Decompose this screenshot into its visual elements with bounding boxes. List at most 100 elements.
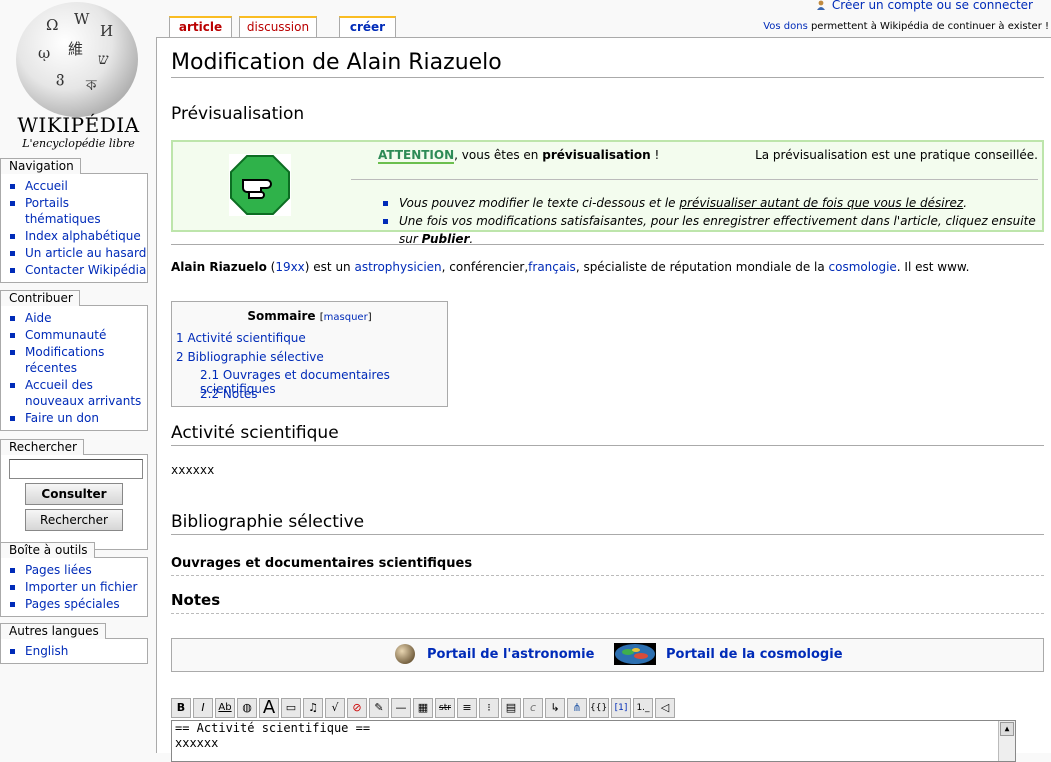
tab-creer[interactable]: créer: [339, 16, 396, 38]
portal-astronomie-link[interactable]: Portail de l'astronomie: [427, 647, 594, 662]
portlet-navigation: Navigation Accueil Portails thématiques …: [0, 158, 148, 283]
bold-button[interactable]: B: [171, 698, 191, 718]
attention-link[interactable]: ATTENTION: [378, 148, 455, 164]
sidebar-item-contact[interactable]: Contacter Wikipédia: [10, 262, 147, 278]
preview-instructions: Vous pouvez modifier le texte ci-dessous…: [383, 194, 1042, 248]
ellipsis-button[interactable]: ◁: [655, 698, 675, 718]
divider: [351, 179, 1038, 180]
link-cosmologie[interactable]: cosmologie: [829, 260, 897, 274]
intro-paragraph: Alain Riazuelo (19xx) est un astrophysic…: [171, 260, 970, 274]
page-title: Modification de Alain Riazuelo: [171, 50, 1044, 78]
strike-button[interactable]: str: [435, 698, 455, 718]
logo-wordmark: WIKIPÉDIA: [17, 113, 140, 137]
tab-discussion[interactable]: discussion: [239, 16, 317, 38]
sidebar-item-hasard[interactable]: Un article au hasard: [10, 245, 147, 261]
portal-cosmologie-link[interactable]: Portail de la cosmologie: [666, 647, 843, 662]
planet-icon: [395, 644, 415, 664]
personal-tools: Créer un compte ou se connecter: [816, 0, 1033, 12]
toc-item[interactable]: 2 Bibliographie sélective: [176, 350, 324, 364]
gallery-button[interactable]: ▤: [501, 698, 521, 718]
sidebar-item-portails[interactable]: Portails thématiques: [10, 195, 147, 227]
redirect-button[interactable]: ↳: [545, 698, 565, 718]
image-button[interactable]: ▭: [281, 698, 301, 718]
portlet-title: Autres langues: [0, 623, 106, 639]
nowiki-button[interactable]: ⊘: [347, 698, 367, 718]
section-heading: Activité scientifique: [171, 423, 1044, 446]
sidebar-item-aide[interactable]: Aide: [10, 310, 147, 326]
donate-link[interactable]: Vos dons: [763, 21, 808, 32]
italic-button[interactable]: I: [193, 698, 213, 718]
sidebar-item-index[interactable]: Index alphabétique: [10, 228, 147, 244]
references-list-button[interactable]: 1._: [633, 698, 653, 718]
portlet-contribuer: Contribuer Aide Communauté Modifications…: [0, 290, 148, 431]
subsection-heading: Ouvrages et documentaires scientifiques: [171, 556, 1044, 576]
scroll-up-icon[interactable]: ▲: [1000, 722, 1014, 736]
toc-item[interactable]: 2.2 Notes: [200, 387, 258, 401]
portlet-title: Boîte à outils: [0, 542, 95, 558]
sidebar-item-pages-liees[interactable]: Pages liées: [10, 562, 147, 578]
wikipedia-logo[interactable]: Ω W И ῳ 維 ש ვ ক WIKIPÉDIA L'encyclopédie…: [0, 0, 155, 155]
template-button[interactable]: {{}}: [589, 698, 609, 718]
link-year[interactable]: 19xx: [275, 260, 304, 274]
divider: [171, 244, 1044, 245]
portlet-title: Navigation: [0, 158, 81, 174]
preview-advice: La prévisualisation est une pratique con…: [755, 148, 1038, 162]
search-input[interactable]: [9, 459, 143, 479]
comment-button[interactable]: c: [523, 698, 543, 718]
preview-heading: Prévisualisation: [171, 104, 305, 124]
numbered-list-button[interactable]: ≡: [457, 698, 477, 718]
bullet-list-button[interactable]: ⁝: [479, 698, 499, 718]
portlet-languages: Autres langues English: [0, 623, 148, 664]
sidebar-item-don[interactable]: Faire un don: [10, 410, 147, 426]
donate-banner: Vos dons permettent à Wikipédia de conti…: [763, 21, 1049, 32]
signature-button[interactable]: ✎: [369, 698, 389, 718]
section-text: xxxxxx: [171, 463, 215, 477]
internal-link-button[interactable]: Ab: [215, 698, 235, 718]
list-item: Vous pouvez modifier le texte ci-dessous…: [383, 194, 1042, 212]
consulter-button[interactable]: Consulter: [25, 483, 123, 505]
hand-stop-icon: [229, 154, 291, 216]
section-heading: Bibliographie sélective: [171, 512, 1044, 535]
headline-button[interactable]: A: [259, 698, 279, 718]
edit-textarea[interactable]: == Activité scientifique == xxxxxx ▲: [171, 720, 1016, 762]
sidebar-item-accueil-nouveaux[interactable]: Accueil des nouveaux arrivants: [10, 377, 147, 409]
preview-link[interactable]: prévisualiser autant de fois que vous le…: [679, 196, 963, 210]
link-francais[interactable]: français: [528, 260, 576, 274]
globe-link-icon[interactable]: ◍: [237, 698, 257, 718]
sidebar-item-modifications[interactable]: Modifications récentes: [10, 344, 147, 376]
portlet-title: Rechercher: [0, 439, 84, 455]
math-button[interactable]: √: [325, 698, 345, 718]
tab-article[interactable]: article: [169, 16, 232, 38]
table-button[interactable]: ▦: [413, 698, 433, 718]
puzzle-globe-icon: Ω W И ῳ 維 ש ვ ক: [16, 2, 138, 117]
toc-item[interactable]: 1 Activité scientifique: [176, 331, 306, 345]
sidebar-item-accueil[interactable]: Accueil: [10, 178, 147, 194]
sidebar-item-english[interactable]: English: [10, 643, 147, 659]
toc-title: Sommaire: [247, 309, 316, 323]
content-area: Modification de Alain Riazuelo Prévisual…: [156, 37, 1051, 762]
sidebar-item-pages-speciales[interactable]: Pages spéciales: [10, 596, 147, 612]
list-item: Une fois vos modifications satisfaisante…: [383, 212, 1042, 248]
portlet-toolbox: Boîte à outils Pages liées Importer un f…: [0, 542, 148, 617]
scrollbar[interactable]: ▲: [998, 721, 1015, 761]
user-icon: [816, 0, 825, 10]
reference-button[interactable]: [1]: [611, 698, 631, 718]
portlet-title: Contribuer: [0, 290, 80, 306]
preview-notice: ATTENTION, vous êtes en prévisualisation…: [171, 140, 1044, 246]
toc-toggle[interactable]: masquer: [324, 312, 368, 323]
category-button[interactable]: ⋔: [567, 698, 587, 718]
media-button[interactable]: ♫: [303, 698, 323, 718]
cmb-map-icon: [614, 643, 656, 665]
logo-tagline: L'encyclopédie libre: [22, 137, 135, 150]
sidebar-item-communaute[interactable]: Communauté: [10, 327, 147, 343]
table-of-contents: Sommaire [masquer] 1 Activité scientifiq…: [171, 301, 448, 407]
hr-button[interactable]: —: [391, 698, 411, 718]
sidebar-item-importer[interactable]: Importer un fichier: [10, 579, 147, 595]
attention-line: ATTENTION, vous êtes en prévisualisation…: [378, 148, 660, 164]
link-astrophysicien[interactable]: astrophysicien: [354, 260, 441, 274]
create-account-link[interactable]: Créer un compte ou se connecter: [832, 0, 1033, 12]
portal-banner: Portail de l'astronomie Portail de la co…: [171, 638, 1044, 672]
portlet-search: Rechercher Consulter Rechercher: [0, 439, 148, 550]
subsection-heading: Notes: [171, 591, 1044, 614]
rechercher-button[interactable]: Rechercher: [25, 509, 123, 531]
